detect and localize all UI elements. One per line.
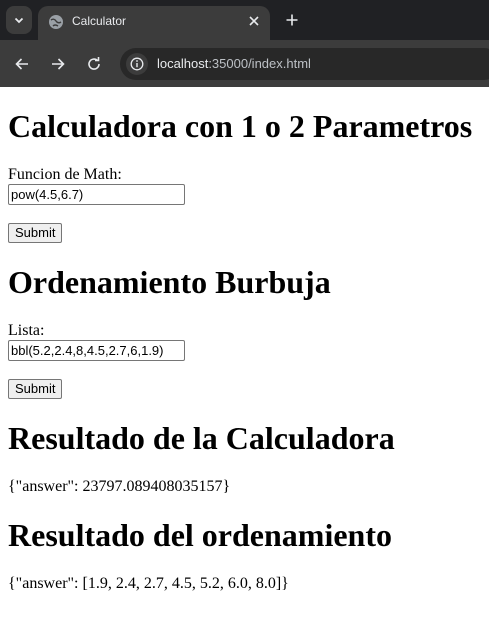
sort-result-text: {"answer": [1.9, 2.4, 2.7, 4.5, 5.2, 6.0… — [8, 575, 289, 592]
calculator-result-heading: Resultado de la Calculadora — [8, 420, 395, 456]
page-content: Calculadora con 1 o 2 Parametros Funcion… — [8, 87, 489, 593]
calculator-result-text: {"answer": 23797.089408035157} — [8, 478, 231, 495]
info-icon — [130, 57, 144, 71]
url-text[interactable]: localhost:35000/index.html — [157, 56, 311, 72]
browser-toolbar: localhost:35000/index.html — [0, 40, 489, 87]
tab-strip: Calculator — [0, 0, 489, 40]
new-tab-button[interactable] — [282, 10, 302, 30]
tab-title: Calculator — [72, 14, 127, 28]
address-bar[interactable]: localhost:35000/index.html — [120, 48, 489, 80]
forward-button[interactable] — [46, 52, 70, 76]
bubble-sort-heading: Ordenamiento Burbuja — [8, 264, 331, 300]
arrow-right-icon — [52, 58, 65, 70]
site-info-button[interactable] — [126, 53, 148, 75]
back-button[interactable] — [10, 52, 34, 76]
plus-icon — [286, 14, 298, 26]
tab-close-button[interactable] — [246, 13, 262, 29]
tab-search-button[interactable] — [6, 6, 32, 34]
math-function-label: Funcion de Math: — [8, 166, 122, 183]
list-label: Lista: — [8, 322, 45, 339]
bubble-sort-form: Lista: Submit — [8, 322, 489, 399]
url-path: :35000/index.html — [208, 56, 311, 71]
calculator-form: Funcion de Math: Submit — [8, 166, 489, 243]
reload-button[interactable] — [82, 52, 106, 76]
chevron-down-icon — [14, 17, 24, 24]
calculator-submit-button[interactable]: Submit — [8, 223, 63, 243]
active-tab[interactable]: Calculator — [38, 6, 270, 40]
list-input[interactable] — [8, 340, 185, 361]
math-function-input[interactable] — [8, 184, 185, 205]
arrow-left-icon — [15, 58, 28, 70]
reload-icon — [88, 57, 100, 70]
globe-icon — [49, 15, 63, 29]
sort-result-heading: Resultado del ordenamiento — [8, 517, 392, 553]
url-host: localhost — [157, 56, 209, 71]
bubble-sort-submit-button[interactable]: Submit — [8, 379, 63, 399]
close-icon — [249, 16, 259, 26]
calculator-heading: Calculadora con 1 o 2 Parametros — [8, 108, 473, 144]
